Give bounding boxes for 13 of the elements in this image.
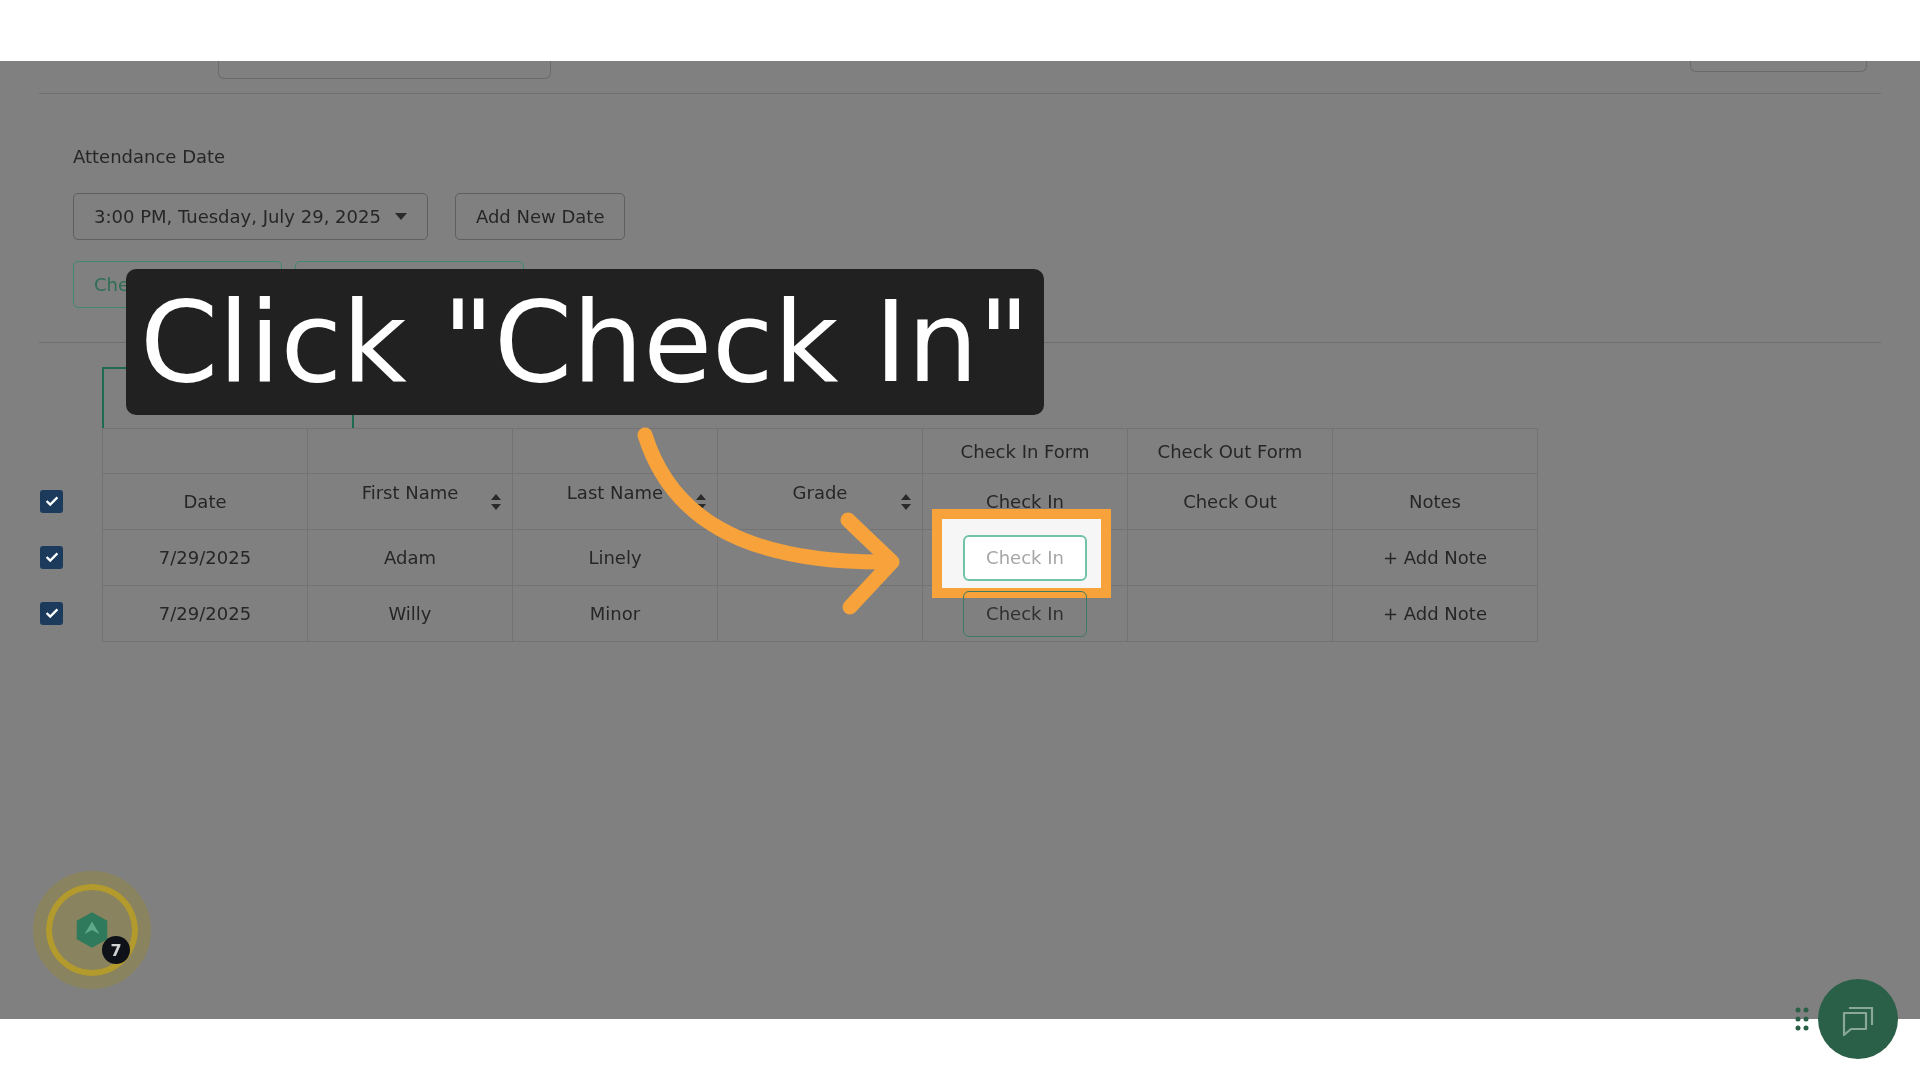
- column-header: Date: [102, 473, 308, 530]
- table-cell: Willy: [307, 585, 513, 642]
- table-cell: Minor: [512, 585, 718, 642]
- group-header: Check In Form: [922, 428, 1128, 474]
- column-header: Check Out: [1127, 473, 1333, 530]
- instruction-tooltip: Click "Check In": [126, 269, 1044, 415]
- column-header: Notes: [1332, 473, 1538, 530]
- field-label: Attendance Date: [73, 146, 227, 167]
- group-header: Check Out Form: [1127, 428, 1333, 474]
- table-cell: Adam: [307, 529, 513, 586]
- table-cell: 7/29/2025: [102, 585, 308, 642]
- notification-badge: 7: [102, 936, 130, 964]
- table-cell: 7/29/2025: [102, 529, 308, 586]
